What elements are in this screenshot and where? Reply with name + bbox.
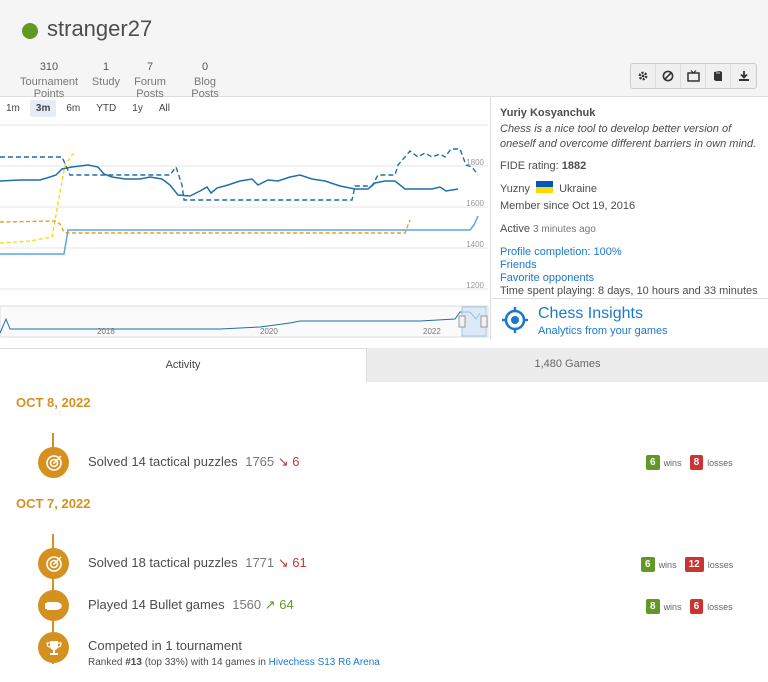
- gear-icon[interactable]: [631, 64, 656, 88]
- nav-year-2018: 2018: [97, 327, 115, 336]
- navigator-handle-left: [458, 315, 466, 328]
- activity-entry: Solved 18 tactical puzzles 1771 ↘ 61: [88, 555, 307, 570]
- puzzle-target-icon: [38, 548, 69, 579]
- tv-icon[interactable]: [681, 64, 706, 88]
- puzzle-rating: 1765: [245, 454, 275, 469]
- profile-tools: [630, 63, 757, 89]
- download-icon[interactable]: [731, 64, 756, 88]
- crosshair-icon: [502, 307, 528, 333]
- activity-date: OCT 7, 2022: [16, 496, 91, 511]
- activity-entry: Played 14 Bullet games 1560 ↗ 64: [88, 597, 294, 612]
- insights-title: Chess Insights: [538, 305, 643, 322]
- location: Yuzny Ukraine: [500, 181, 597, 195]
- activity-entry: Competed in 1 tournament: [88, 638, 242, 653]
- profile-info-panel: Yuriy Kosyanchuk Chess is a nice tool to…: [492, 97, 768, 297]
- rating-delta: 61: [292, 555, 307, 570]
- activity-date: OCT 8, 2022: [16, 395, 91, 410]
- y-tick-1600: 1600: [466, 199, 484, 208]
- rating-down-arrow-icon: ↘: [277, 555, 289, 570]
- member-since: Member since Oct 19, 2016: [500, 200, 636, 212]
- fide-rating: FIDE rating: 1882: [500, 160, 587, 172]
- username: stranger27: [47, 16, 153, 41]
- series-blue-solid: [0, 164, 459, 197]
- ukraine-flag-icon: [536, 181, 554, 193]
- rating-history-chart[interactable]: 1m 3m 6m YTD 1y All 1800 1600 1400 1200: [0, 97, 491, 340]
- profile-header: stranger27 310 Tournament Points 1 Study…: [0, 0, 768, 100]
- profile-tabs: Activity 1,480 Games: [0, 348, 768, 382]
- series-orange-dashed: [0, 219, 411, 234]
- stat-blog-posts[interactable]: 0 Blog Posts: [181, 61, 229, 100]
- stat-forum-posts[interactable]: 7 Forum Posts: [123, 61, 177, 100]
- time-spent-playing: Time spent playing: 8 days, 10 hours and…: [500, 285, 758, 297]
- score-summary: 6 wins 12 losses: [641, 557, 733, 572]
- bullet-icon: [38, 590, 69, 621]
- tournament-result: Ranked #13 (top 33%) with 14 games in Hi…: [88, 657, 380, 668]
- nav-year-2022: 2022: [423, 327, 441, 336]
- profile-completion-link[interactable]: Profile completion: 100%: [500, 246, 760, 258]
- tab-games[interactable]: 1,480 Games: [367, 348, 768, 382]
- profile-bio: Chess is a nice tool to develop better v…: [500, 123, 757, 150]
- navigator-handle-right: [480, 315, 488, 328]
- online-status-dot: [22, 23, 38, 39]
- chess-insights-link[interactable]: Chess Insights Analytics from your games: [492, 298, 768, 340]
- friends-link[interactable]: Friends: [500, 259, 760, 271]
- activity-entry: Solved 14 tactical puzzles 1765 ↘ 6: [88, 454, 300, 469]
- series-blue-dashed: [0, 148, 479, 201]
- rating-chart-svg: 1800 1600 1400 1200 2018 2020 2022: [0, 124, 489, 338]
- tab-activity[interactable]: Activity: [0, 348, 367, 382]
- trophy-icon: [38, 632, 69, 663]
- book-icon[interactable]: [706, 64, 731, 88]
- puzzle-rating: 1771: [245, 555, 275, 570]
- block-icon[interactable]: [656, 64, 681, 88]
- nav-year-2020: 2020: [260, 327, 278, 336]
- score-summary: 6 wins 8 losses: [646, 455, 733, 470]
- puzzle-target-icon: [38, 447, 69, 478]
- y-tick-1200: 1200: [466, 281, 484, 290]
- rating-delta: 6: [292, 454, 300, 469]
- rating-delta: 64: [279, 597, 294, 612]
- favorite-opponents-link[interactable]: Favorite opponents: [500, 272, 760, 284]
- fide-rating-value: 1882: [561, 160, 587, 172]
- insights-subtitle: Analytics from your games: [538, 325, 668, 337]
- stat-tournament-points[interactable]: 310 Tournament Points: [8, 61, 90, 100]
- bullet-rating: 1560: [232, 597, 262, 612]
- y-tick-1400: 1400: [466, 240, 484, 249]
- score-summary: 8 wins 6 losses: [646, 599, 733, 614]
- last-active: Active 3 minutes ago: [500, 223, 596, 235]
- tournament-link[interactable]: Hivechess S13 R6 Arena: [269, 657, 380, 668]
- real-name: Yuriy Kosyanchuk: [500, 107, 596, 119]
- rating-down-arrow-icon: ↘: [277, 454, 289, 469]
- stat-study[interactable]: 1 Study: [91, 61, 121, 88]
- rating-up-arrow-icon: ↗: [264, 597, 276, 612]
